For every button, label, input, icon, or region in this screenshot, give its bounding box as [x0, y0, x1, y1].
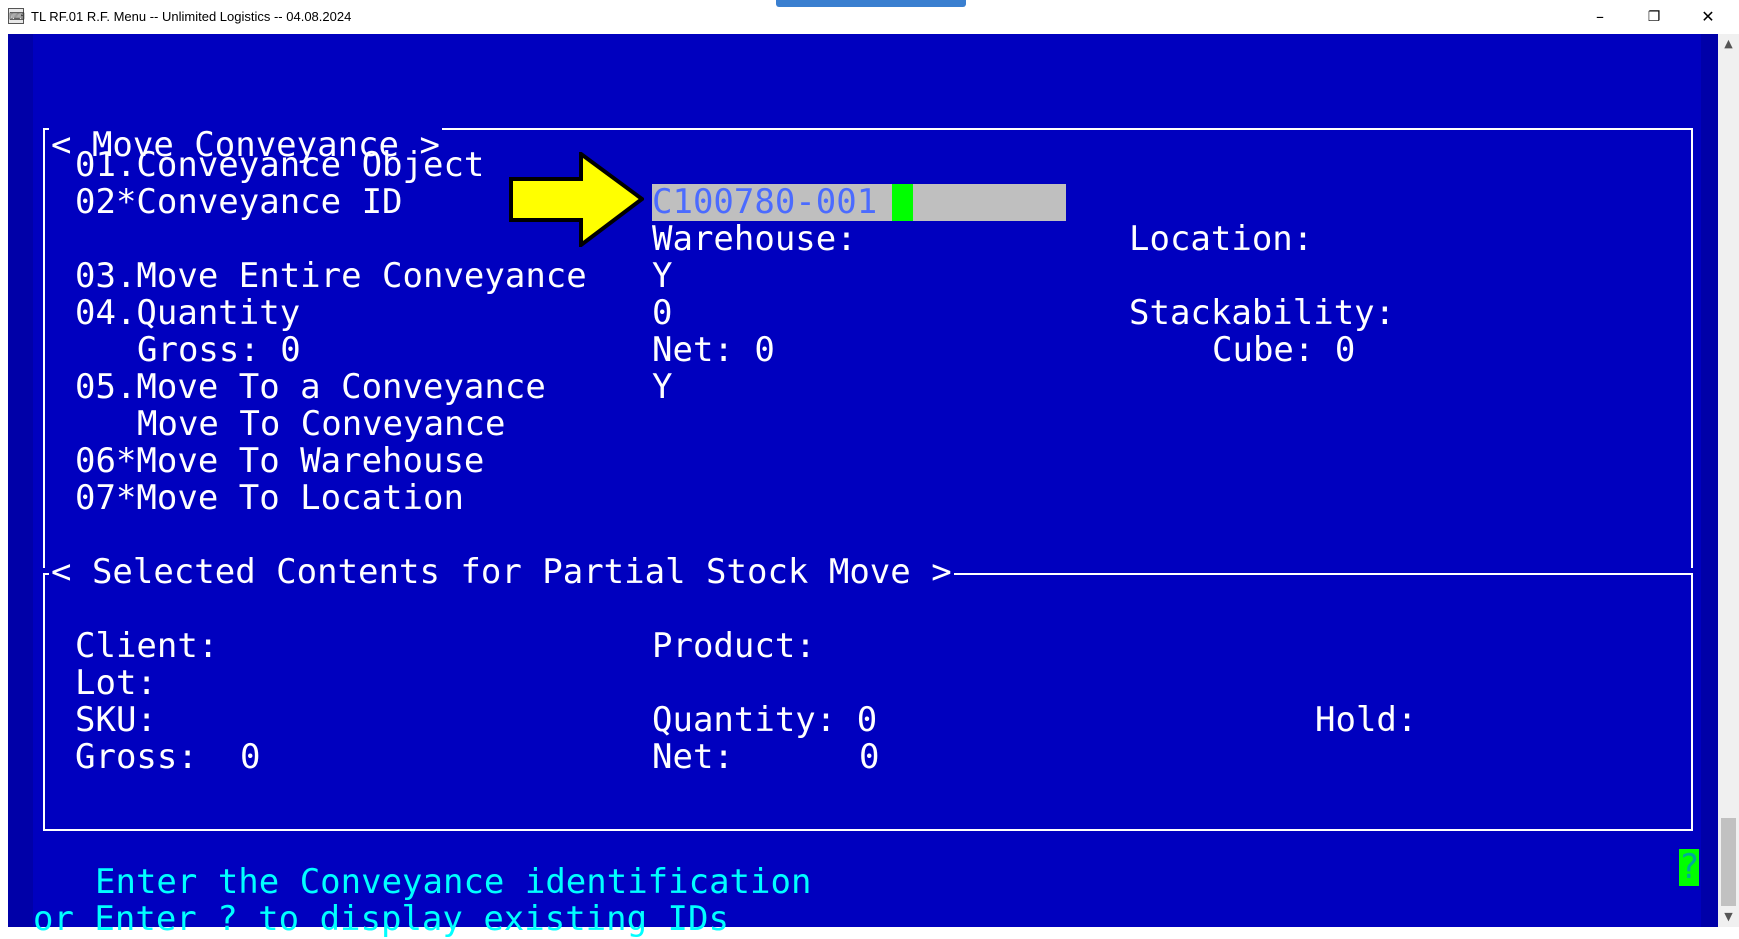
contents-quantity: Quantity: 0: [652, 700, 878, 740]
terminal-screen[interactable]: < Move Conveyance > 01.Conveyance Object…: [33, 34, 1701, 938]
warehouse-label: Warehouse:: [652, 219, 857, 259]
move-to-a-conveyance-value[interactable]: Y: [652, 369, 672, 406]
move-entire-conveyance-value[interactable]: Y: [652, 258, 672, 295]
gross-readout: Gross: 0: [137, 330, 301, 370]
location-label: Location:: [1129, 219, 1314, 259]
net-readout: Net: 0: [652, 330, 775, 370]
prompt-line-1: Enter the Conveyance identification: [95, 862, 812, 902]
scroll-up-icon[interactable]: ▲: [1718, 34, 1739, 54]
contents-gross-value: 0: [240, 737, 261, 777]
hold-label: Hold:: [1315, 700, 1418, 740]
window-title: TL RF.01 R.F. Menu -- Unlimited Logistic…: [31, 9, 352, 24]
section-title-selected-contents: < Selected Contents for Partial Stock Mo…: [49, 552, 954, 592]
scroll-down-icon[interactable]: ▼: [1718, 907, 1739, 927]
field-quantity[interactable]: 04.Quantity: [75, 295, 300, 332]
move-to-conveyance-label: Move To Conveyance: [137, 404, 506, 444]
scrollbar-thumb[interactable]: [1721, 818, 1736, 906]
vertical-scrollbar[interactable]: ▲ ▼: [1718, 34, 1739, 927]
field-move-to-location[interactable]: 07*Move To Location: [75, 480, 464, 517]
product-label: Product:: [652, 626, 816, 666]
client-label: Client:: [75, 626, 219, 666]
field-move-to-a-conveyance[interactable]: 05.Move To a Conveyance: [75, 369, 546, 406]
sku-label: SKU:: [75, 700, 157, 740]
stackability-label: Stackability:: [1129, 293, 1396, 333]
field-move-entire-conveyance[interactable]: 03.Move Entire Conveyance: [75, 258, 587, 295]
restore-icon[interactable]: ❐: [1627, 0, 1681, 34]
contents-gross-label: Gross:: [75, 737, 198, 777]
window-titlebar: ⌨ TL RF.01 R.F. Menu -- Unlimited Logist…: [0, 0, 1739, 34]
lot-label: Lot:: [75, 663, 157, 703]
yellow-arrow-icon: [509, 152, 644, 247]
app-icon[interactable]: ⌨: [8, 8, 25, 24]
conveyance-id-value[interactable]: C100780-001: [652, 184, 877, 221]
close-icon[interactable]: ✕: [1681, 0, 1735, 34]
prompt-line-2: or Enter ? to display existing IDs: [33, 899, 729, 939]
quantity-value[interactable]: 0: [652, 295, 672, 332]
help-indicator[interactable]: ?: [1679, 849, 1699, 886]
field-conveyance-object[interactable]: 01.Conveyance Object: [75, 147, 484, 184]
text-cursor: [892, 184, 913, 221]
contents-net-label: Net:: [652, 737, 734, 777]
field-conveyance-id-label: 02*Conveyance ID: [75, 182, 403, 222]
terminal-area[interactable]: < Move Conveyance > 01.Conveyance Object…: [8, 34, 1718, 938]
cube-readout: Cube: 0: [1212, 330, 1356, 370]
window-border: [0, 34, 8, 927]
contents-net-value: 0: [859, 737, 880, 777]
focus-indicator: [776, 0, 966, 7]
minimize-icon[interactable]: –: [1573, 0, 1627, 34]
field-move-to-warehouse[interactable]: 06*Move To Warehouse: [75, 443, 484, 480]
